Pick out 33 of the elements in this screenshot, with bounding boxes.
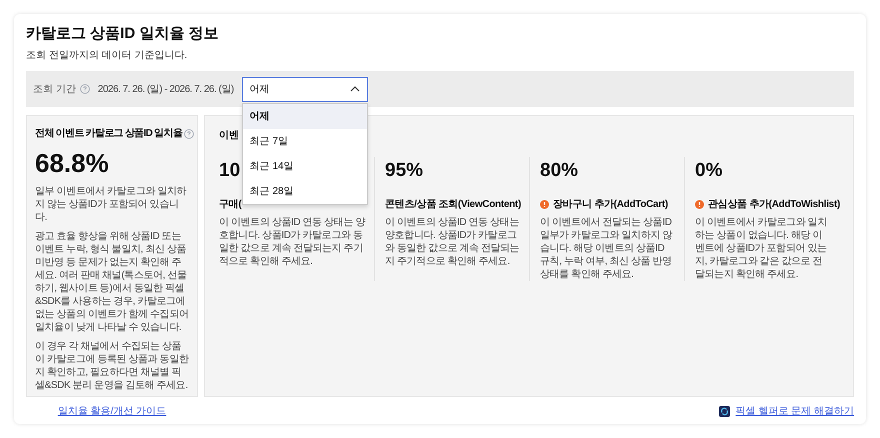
event-name: 관심상품 추가(AddToWishlist): [708, 198, 840, 212]
overall-title: 전체 이벤트 카탈로그 상품ID 일치율: [35, 127, 182, 141]
event-description: 이 이벤트에서 카탈로그와 일치하는 상품이 없습니다. 해당 이벤트에 상품ID가 포함되어 있는지, 카탈로그와 같은 값으로 전달되는지 확인해 주세요.: [695, 216, 828, 281]
dropdown-option[interactable]: 최근 7일: [242, 128, 367, 154]
dropdown-option[interactable]: 최근 14일: [242, 154, 367, 178]
overall-value: 68.8%: [35, 147, 110, 179]
dropdown-option[interactable]: 어제: [242, 104, 367, 128]
event-name: 장바구니 추가(AddToCart): [553, 198, 668, 212]
event-value: 0%: [695, 159, 722, 183]
guide-link[interactable]: 일치율 활용/개선 가이드: [58, 404, 166, 419]
chevron-up-icon: [350, 86, 360, 92]
page-title: 카탈로그 상품ID 일치율 정보: [26, 24, 220, 44]
overall-description: 이 경우 각 채널에서 수집되는 상품이 카탈로그에 등록된 상품과 동일한지 확인하고, 필요하다면 채널별 픽셀&SDK 분리 운영을 김토해 주세요.: [35, 340, 189, 392]
event-value: 10: [219, 159, 240, 183]
pixel-helper-link[interactable]: 픽셀 헬퍼로 문제 해결하기: [736, 404, 854, 419]
event-description: 이 이벤트에서 전달되는 상품ID 일부가 카탈로그와 일치하지 않습니다. 해당 이벤트의 상품ID 규칙, 누락 여부, 최신 상품 반영 상태를 확인해 주세요.: [540, 216, 674, 281]
dropdown-option[interactable]: 최근 28일: [242, 178, 367, 204]
event-name: 구매(: [219, 198, 242, 212]
event-name: 콘텐츠/상품 조회(ViewContent): [385, 198, 521, 212]
event-value: 80%: [540, 159, 578, 183]
overall-description: 광고 효율 향상을 위해 상품ID 또는 이벤트 누락, 형식 불일치, 최신 상품 미반영 등 문제가 없는지 확인해 주세요. 여러 판매 채널(톡스토어, 선물하기, 웹사이트 등)에서 동일한 픽셀&SDK를 사용하는 경우, 카탈로그에 없는 상품의 이벤트가 함께 수집되어 일치율이 낮게 나타날 수 있습니다.: [35, 230, 189, 334]
page-subtitle: 조회 전일까지의 데이터 기준입니다.: [26, 49, 188, 63]
help-icon[interactable]: [184, 128, 194, 138]
event-description: 이 이벤트의 상품ID 연동 상태는 양호합니다. 상품ID가 카탈로그와 동일한 값으로 계속 전달되는지 주기적으로 확인해 주세요.: [385, 216, 520, 268]
events-heading: 이벤: [219, 129, 239, 143]
overall-description: 일부 이벤트에서 카탈로그와 일치하지 않는 상품ID가 포함되어 있습니다.: [35, 185, 188, 224]
date-range: 2026. 7. 26. (일) - 2026. 7. 26. (일): [98, 82, 234, 96]
pixel-helper-icon: [718, 406, 730, 417]
event-description: 이 이벤트의 상품ID 연동 상태는 양호합니다. 상품ID가 카탈로그와 동일한 값으로 계속 전달되는지 주기적으로 확인해 주세요.: [219, 216, 366, 268]
filter-label: 조회 기간: [33, 82, 76, 96]
help-icon[interactable]: [80, 84, 90, 94]
event-value: 95%: [385, 159, 424, 183]
period-select[interactable]: 어제: [242, 76, 368, 102]
